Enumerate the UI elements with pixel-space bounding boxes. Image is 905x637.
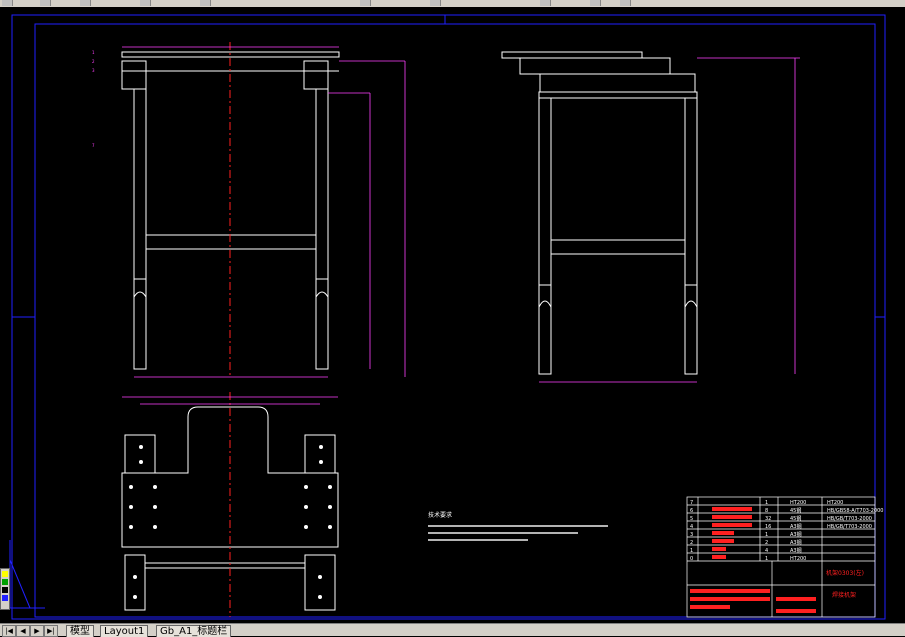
- toolbar-button[interactable]: [430, 0, 441, 6]
- svg-text:4: 4: [690, 524, 693, 530]
- svg-text:HB/GB/T703-2000: HB/GB/T703-2000: [827, 524, 872, 530]
- toolbar-button[interactable]: [540, 0, 551, 6]
- svg-text:45钢: 45钢: [790, 515, 801, 522]
- drawing-title-1: 机架0303(左): [826, 569, 864, 577]
- toolbar-button[interactable]: [2, 0, 13, 6]
- color-swatch-blue[interactable]: [2, 595, 8, 601]
- first-tab-icon[interactable]: |◀: [2, 625, 16, 637]
- svg-text:2: 2: [92, 59, 95, 64]
- last-tab-icon[interactable]: ▶|: [44, 625, 58, 637]
- color-swatch-yellow[interactable]: [2, 571, 8, 577]
- drawing-canvas[interactable]: 1 2 3 7 HT200 HT200 HB/GB58-A/T703-2000 …: [0, 7, 905, 623]
- svg-text:1: 1: [92, 50, 95, 55]
- color-swatch-black[interactable]: [2, 587, 8, 593]
- toolbar-button[interactable]: [620, 0, 631, 6]
- svg-text:32: 32: [765, 516, 771, 522]
- side-view: [501, 51, 698, 375]
- svg-text:A3钢: A3钢: [790, 531, 802, 538]
- tab-layout1[interactable]: Layout1: [100, 625, 149, 637]
- layout-tabs: |◀ ◀ ▶ ▶| 模型 Layout1 Gb_A1_标题栏: [0, 623, 905, 637]
- svg-text:A3钢: A3钢: [790, 539, 802, 546]
- svg-text:5: 5: [690, 516, 693, 522]
- svg-text:1: 1: [765, 532, 768, 538]
- svg-text:7: 7: [690, 500, 693, 506]
- toolbar-button[interactable]: [80, 0, 91, 6]
- svg-text:0: 0: [690, 556, 693, 562]
- svg-text:7: 7: [92, 143, 95, 148]
- svg-text:A3钢: A3钢: [790, 523, 802, 530]
- svg-text:45钢: 45钢: [790, 507, 801, 514]
- svg-text:1: 1: [690, 548, 693, 554]
- toolbar-button[interactable]: [360, 0, 371, 6]
- tab-gb-a1[interactable]: Gb_A1_标题栏: [156, 625, 232, 637]
- toolbar-button[interactable]: [140, 0, 151, 6]
- svg-text:HT200: HT200: [827, 500, 843, 506]
- svg-text:2: 2: [765, 540, 768, 546]
- color-palette[interactable]: [0, 568, 10, 610]
- toolbar-button[interactable]: [590, 0, 601, 6]
- svg-text:HT200: HT200: [790, 556, 806, 562]
- svg-text:2: 2: [690, 540, 693, 546]
- svg-text:HB/GB58-A/T703-2000: HB/GB58-A/T703-2000: [827, 508, 883, 514]
- front-callouts: 1 2 3 7: [92, 50, 95, 148]
- svg-text:3: 3: [92, 68, 95, 73]
- svg-text:1: 1: [765, 556, 768, 562]
- svg-text:3: 3: [690, 532, 693, 538]
- notes-title: 技术要求: [428, 512, 453, 519]
- svg-text:1: 1: [765, 500, 768, 506]
- color-swatch-green[interactable]: [2, 579, 8, 585]
- svg-text:HB/GB/T703-2000: HB/GB/T703-2000: [827, 516, 872, 522]
- svg-text:6: 6: [690, 508, 693, 514]
- next-tab-icon[interactable]: ▶: [30, 625, 44, 637]
- svg-text:8: 8: [765, 508, 768, 514]
- toolbar-button[interactable]: [40, 0, 51, 6]
- svg-text:HT200: HT200: [790, 500, 806, 506]
- drawing-title-2: 焊接机架: [832, 591, 856, 599]
- svg-text:A3钢: A3钢: [790, 547, 802, 554]
- toolbar-button[interactable]: [200, 0, 211, 6]
- prev-tab-icon[interactable]: ◀: [16, 625, 30, 637]
- side-dims: [539, 57, 800, 383]
- tab-model[interactable]: 模型: [66, 625, 94, 637]
- technical-notes: 技术要求: [428, 512, 608, 541]
- svg-text:16: 16: [765, 524, 771, 530]
- svg-text:4: 4: [765, 548, 768, 554]
- front-dims: [122, 46, 406, 378]
